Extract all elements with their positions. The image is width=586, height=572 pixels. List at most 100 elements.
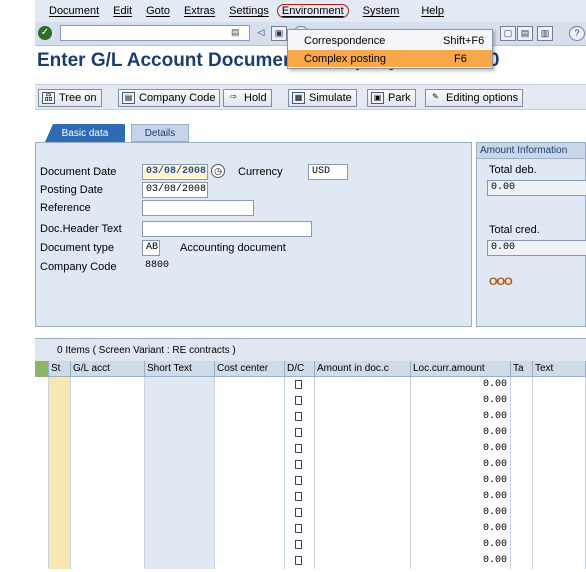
command-field[interactable] bbox=[60, 25, 250, 41]
text-cell[interactable] bbox=[533, 377, 586, 393]
company-code-button[interactable]: ▤ Company Code bbox=[118, 89, 221, 107]
debit-credit-icon[interactable] bbox=[295, 380, 302, 389]
text-cell[interactable] bbox=[533, 537, 586, 553]
cost-center-cell[interactable] bbox=[215, 505, 285, 521]
debit-credit-icon[interactable] bbox=[295, 492, 302, 501]
status-cell[interactable] bbox=[49, 425, 71, 441]
status-cell[interactable] bbox=[49, 553, 71, 569]
menu-system[interactable]: System bbox=[363, 5, 400, 17]
loc-curr-amount-cell[interactable]: 0.00 bbox=[411, 377, 511, 393]
text-cell[interactable] bbox=[533, 489, 586, 505]
tab-details[interactable]: Details bbox=[131, 124, 189, 142]
short-text-cell[interactable] bbox=[145, 473, 215, 489]
status-cell[interactable] bbox=[49, 521, 71, 537]
status-cell[interactable] bbox=[49, 489, 71, 505]
status-cell[interactable] bbox=[49, 537, 71, 553]
cost-center-cell[interactable] bbox=[215, 521, 285, 537]
command-history-icon[interactable]: ▤ bbox=[231, 27, 241, 37]
enter-check-icon[interactable]: ✓ bbox=[38, 26, 52, 40]
debit-credit-icon[interactable] bbox=[295, 412, 302, 421]
short-text-cell[interactable] bbox=[145, 377, 215, 393]
amount-doc-cell[interactable] bbox=[315, 505, 411, 521]
gl-account-cell[interactable] bbox=[71, 457, 145, 473]
cost-center-cell[interactable] bbox=[215, 473, 285, 489]
text-cell[interactable] bbox=[533, 521, 586, 537]
row-selector[interactable] bbox=[35, 409, 49, 425]
cost-center-cell[interactable] bbox=[215, 441, 285, 457]
short-text-cell[interactable] bbox=[145, 521, 215, 537]
row-selector[interactable] bbox=[35, 505, 49, 521]
row-selector[interactable] bbox=[35, 457, 49, 473]
row-selector[interactable] bbox=[35, 537, 49, 553]
row-selector[interactable] bbox=[35, 489, 49, 505]
text-cell[interactable] bbox=[533, 425, 586, 441]
editing-options-button[interactable]: ✎ Editing options bbox=[425, 89, 524, 107]
debit-credit-icon[interactable] bbox=[295, 476, 302, 485]
short-text-cell[interactable] bbox=[145, 409, 215, 425]
dc-cell[interactable] bbox=[285, 473, 315, 489]
loc-curr-amount-cell[interactable]: 0.00 bbox=[411, 473, 511, 489]
status-cell[interactable] bbox=[49, 441, 71, 457]
simulate-button[interactable]: ▦ Simulate bbox=[288, 89, 357, 107]
column-header-amount-doc[interactable]: Amount in doc.c bbox=[315, 361, 411, 377]
tax-cell[interactable] bbox=[511, 409, 533, 425]
select-all-icon[interactable] bbox=[35, 361, 49, 377]
gl-account-cell[interactable] bbox=[71, 505, 145, 521]
amount-doc-cell[interactable] bbox=[315, 537, 411, 553]
doc-header-text-field[interactable] bbox=[142, 221, 312, 237]
loc-curr-amount-cell[interactable]: 0.00 bbox=[411, 425, 511, 441]
menu-item-complex-posting[interactable]: Complex posting F6 bbox=[288, 50, 492, 67]
cost-center-cell[interactable] bbox=[215, 537, 285, 553]
short-text-cell[interactable] bbox=[145, 553, 215, 569]
column-header-text[interactable]: Text bbox=[533, 361, 586, 377]
amount-doc-cell[interactable] bbox=[315, 377, 411, 393]
calendar-icon[interactable]: ◷ bbox=[211, 164, 225, 178]
tax-cell[interactable] bbox=[511, 425, 533, 441]
amount-doc-cell[interactable] bbox=[315, 409, 411, 425]
column-header-cost-center[interactable]: Cost center bbox=[215, 361, 285, 377]
debit-credit-icon[interactable] bbox=[295, 556, 302, 565]
cost-center-cell[interactable] bbox=[215, 409, 285, 425]
short-text-cell[interactable] bbox=[145, 393, 215, 409]
short-text-cell[interactable] bbox=[145, 441, 215, 457]
amount-doc-cell[interactable] bbox=[315, 473, 411, 489]
short-text-cell[interactable] bbox=[145, 537, 215, 553]
row-selector[interactable] bbox=[35, 521, 49, 537]
gl-account-cell[interactable] bbox=[71, 521, 145, 537]
column-header-tax[interactable]: Ta bbox=[511, 361, 533, 377]
gl-account-cell[interactable] bbox=[71, 553, 145, 569]
text-cell[interactable] bbox=[533, 473, 586, 489]
gl-account-cell[interactable] bbox=[71, 377, 145, 393]
text-cell[interactable] bbox=[533, 441, 586, 457]
dc-cell[interactable] bbox=[285, 457, 315, 473]
row-selector[interactable] bbox=[35, 553, 49, 569]
row-selector[interactable] bbox=[35, 441, 49, 457]
short-text-cell[interactable] bbox=[145, 489, 215, 505]
status-cell[interactable] bbox=[49, 409, 71, 425]
menu-item-correspondence[interactable]: Correspondence Shift+F6 bbox=[288, 32, 492, 49]
gl-account-cell[interactable] bbox=[71, 441, 145, 457]
amount-doc-cell[interactable] bbox=[315, 441, 411, 457]
tax-cell[interactable] bbox=[511, 377, 533, 393]
dc-cell[interactable] bbox=[285, 505, 315, 521]
amount-doc-cell[interactable] bbox=[315, 521, 411, 537]
loc-curr-amount-cell[interactable]: 0.00 bbox=[411, 441, 511, 457]
gl-account-cell[interactable] bbox=[71, 473, 145, 489]
dc-cell[interactable] bbox=[285, 425, 315, 441]
dc-cell[interactable] bbox=[285, 521, 315, 537]
dc-cell[interactable] bbox=[285, 393, 315, 409]
tax-cell[interactable] bbox=[511, 473, 533, 489]
cost-center-cell[interactable] bbox=[215, 553, 285, 569]
gl-account-cell[interactable] bbox=[71, 537, 145, 553]
back-arrow-icon[interactable]: ◁ bbox=[253, 26, 269, 41]
tax-cell[interactable] bbox=[511, 393, 533, 409]
amount-doc-cell[interactable] bbox=[315, 393, 411, 409]
menu-settings[interactable]: Settings bbox=[229, 5, 269, 17]
loc-curr-amount-cell[interactable]: 0.00 bbox=[411, 409, 511, 425]
debit-credit-icon[interactable] bbox=[295, 444, 302, 453]
hold-button[interactable]: ⇨ Hold bbox=[223, 89, 272, 107]
loc-curr-amount-cell[interactable]: 0.00 bbox=[411, 505, 511, 521]
loc-curr-amount-cell[interactable]: 0.00 bbox=[411, 521, 511, 537]
cost-center-cell[interactable] bbox=[215, 425, 285, 441]
text-cell[interactable] bbox=[533, 505, 586, 521]
